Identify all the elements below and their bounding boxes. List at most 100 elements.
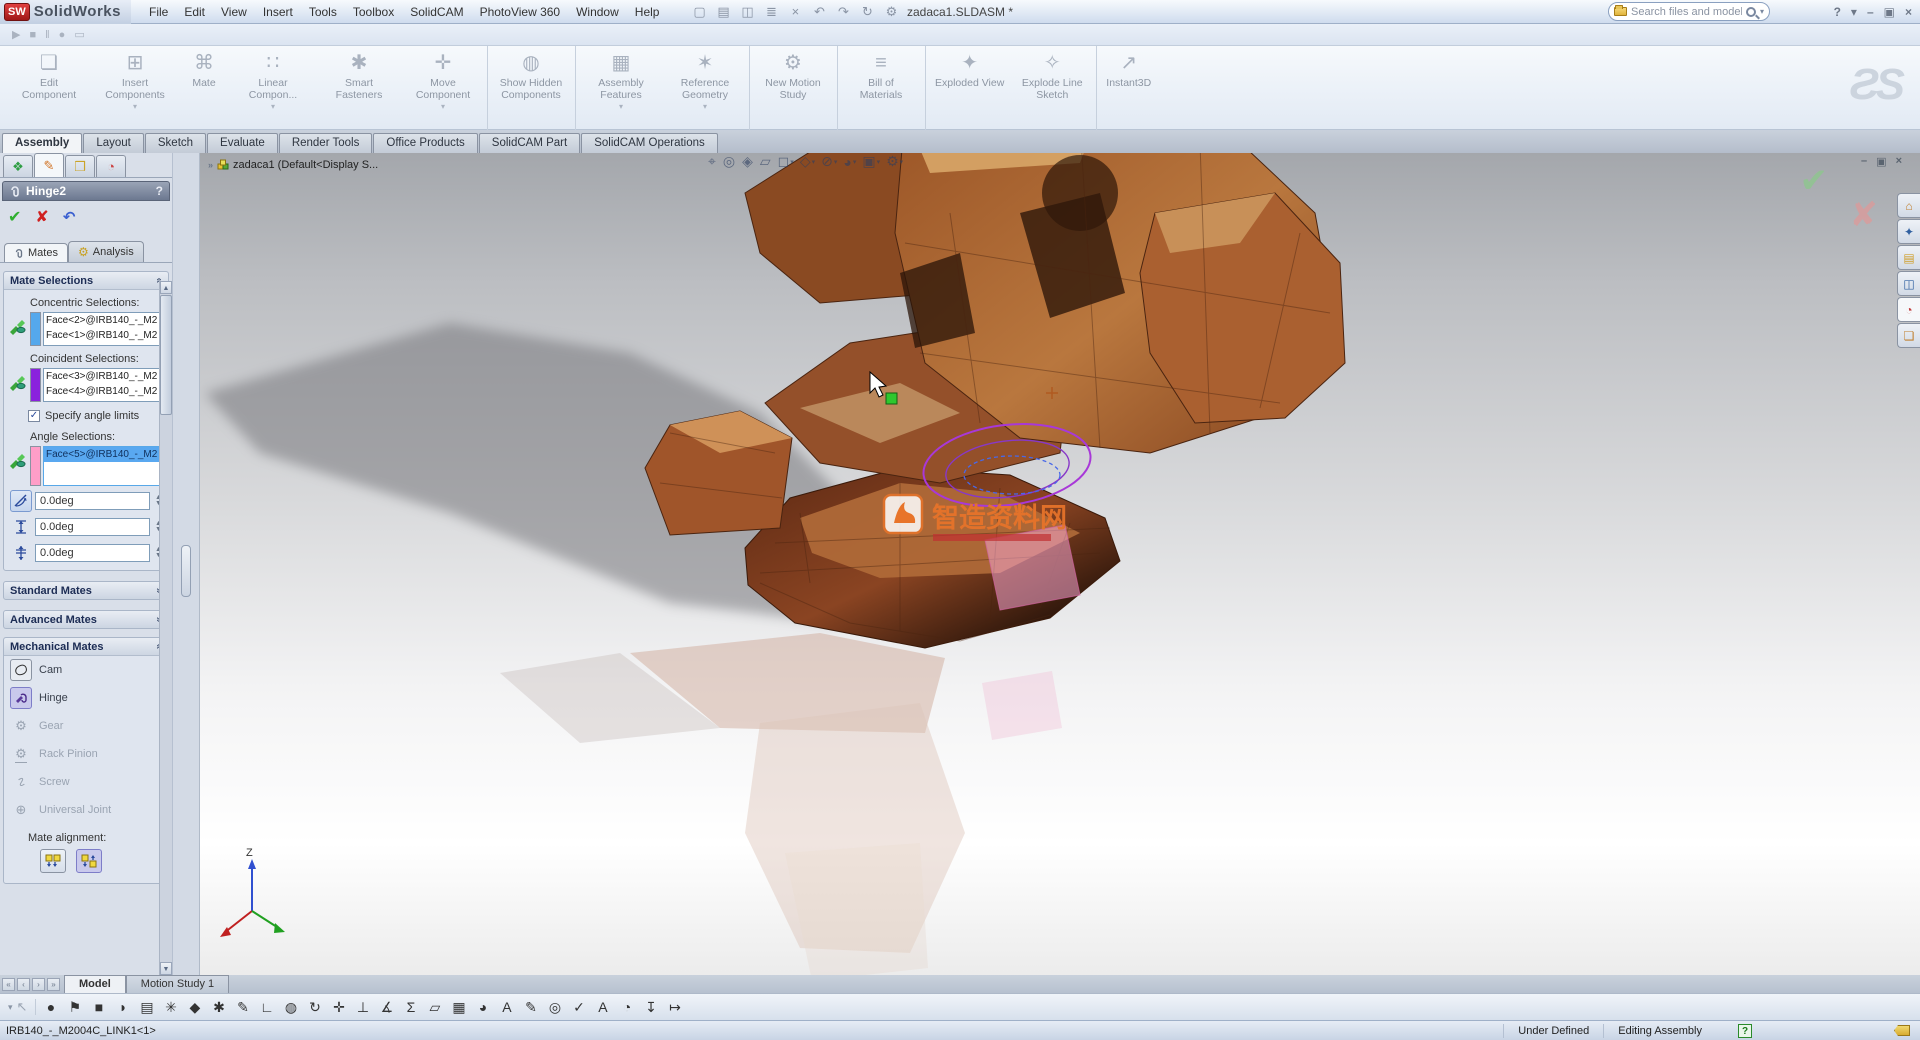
chevron-down-icon[interactable]: ▾ [619,102,623,111]
confirmation-corner-cancel-icon[interactable]: ✘ [1850,195,1879,235]
aligned-button[interactable] [40,849,66,873]
edit-sketch-icon[interactable]: ✎ [234,999,251,1016]
ribbon-button[interactable]: ✶ Reference Geometry ▾ [664,46,750,130]
menu-item[interactable]: SolidCAM [402,1,471,23]
options-icon[interactable]: ⚙ [883,4,899,20]
coincident-selection-list[interactable]: Face<3>@IRB140_-_M2 Face<4>@IRB140_-_M2 [43,368,162,402]
mate-tool-icon[interactable]: ● [42,999,59,1015]
edit-appearance-icon[interactable]: ◕▾ [843,154,856,170]
chevron-down-icon[interactable]: ▾ [441,102,445,111]
menu-item[interactable]: File [141,1,176,23]
propertymanager-icon[interactable]: ✎ [34,153,64,177]
standard-mates-header[interactable]: Standard Mates » [3,581,169,600]
menu-item[interactable]: Insert [255,1,301,23]
tab-analysis[interactable]: ⚙ Analysis [68,241,144,262]
cancel-button[interactable]: ✘ [35,207,48,227]
ribbon-button[interactable]: ✧ Explode Line Sketch [1011,46,1097,130]
apply-scene-icon[interactable]: ▣▾ [862,153,880,170]
lower-limit-field[interactable]: 0.0deg [35,544,150,562]
undo-icon[interactable]: ↶ [811,4,827,20]
specify-angle-limits-checkbox[interactable]: ✓ [28,410,40,422]
first-tab-icon[interactable]: « [2,978,15,991]
scroll-down-icon[interactable]: ▼ [160,962,172,975]
displaymanager-icon[interactable]: ◔ [96,155,126,177]
panel-splitter[interactable] [173,153,200,975]
mate-option-gear[interactable]: ⚙ Gear [4,712,168,740]
menu-item[interactable]: PhotoView 360 [472,1,569,23]
angle-selection-list[interactable]: Face<5>@IRB140_-_M2 [43,446,162,486]
tab-model[interactable]: Model [64,975,126,993]
file-explorer-icon[interactable]: ▤ [1897,245,1920,270]
ribbon-button[interactable]: ⚙ New Motion Study [752,46,838,130]
save-icon[interactable]: ◫ [739,4,755,20]
pan-view-icon[interactable]: ✛ [330,999,347,1016]
list-item[interactable]: Face<4>@IRB140_-_M2 [44,384,161,399]
mate-option-universal-joint[interactable]: ⊕ Universal Joint [4,796,168,824]
doc-minimize-button[interactable]: – [1861,155,1867,168]
last-tab-icon[interactable]: » [47,978,60,991]
prev-tab-icon[interactable]: ‹ [17,978,30,991]
appearances-icon[interactable]: ◔ [1897,297,1920,322]
search-input[interactable]: Search files and models [1631,6,1742,18]
doc-restore-button[interactable]: ▣ [1876,155,1886,168]
concentric-selection-list[interactable]: Face<2>@IRB140_-_M2 Face<1>@IRB140_-_M2 [43,312,162,346]
ribbon-button[interactable]: ∷ Linear Compon... ▾ [230,46,316,130]
isolate-icon[interactable]: ✳ [162,999,179,1016]
panel-scrollbar[interactable]: ▲ ▼ [159,281,172,975]
record-icon[interactable]: ● [59,29,66,41]
search-box[interactable]: Search files and models ▾ [1608,2,1770,21]
balloon-icon[interactable]: ◎ [546,999,563,1016]
doc-close-button[interactable]: × [1896,155,1902,168]
tab-layout[interactable]: Layout [83,133,144,153]
hide-show-items-icon[interactable]: ⊘▾ [821,153,837,170]
ribbon-button[interactable]: ❏ Edit Component [6,46,92,130]
mate-option-hinge[interactable]: Hinge [4,684,168,712]
anti-aligned-button[interactable] [76,849,102,873]
display-style-icon[interactable]: ◇▾ [800,153,815,170]
mate-option-cam[interactable]: Cam [4,656,168,684]
restore-button[interactable]: ▣ [1884,5,1895,19]
chevron-down-icon[interactable]: ▾ [271,102,275,111]
section-tool-icon[interactable]: ▱ [426,999,443,1016]
tab-solidcam-operations[interactable]: SolidCAM Operations [581,133,718,153]
list-item[interactable]: Face<1>@IRB140_-_M2 [44,328,161,343]
close-button[interactable]: × [1905,5,1912,19]
custom-properties-icon[interactable]: ❏ [1897,323,1920,348]
task-pane-home-icon[interactable]: ⌂ [1897,193,1920,218]
ribbon-button[interactable]: ⌘ Mate [178,46,230,130]
view-palette-icon[interactable]: ◫ [1897,271,1920,296]
wedge-tool-icon[interactable]: ◗ [114,999,131,1015]
next-tab-icon[interactable]: › [32,978,45,991]
tab-evaluate[interactable]: Evaluate [207,133,278,153]
rebuild-icon[interactable]: ↻ [859,4,875,20]
toolbar-options-caret-icon[interactable]: ▾ [0,1002,17,1013]
pause-icon[interactable]: ‖ [45,29,50,41]
dimension-tool-icon[interactable]: ∟ [258,999,275,1015]
minimize-button[interactable]: – [1867,5,1874,19]
specify-angle-limits-row[interactable]: ✓ Specify angle limits [4,402,168,424]
undo-button[interactable]: ↶ [63,208,76,226]
mate-selections-header[interactable]: Mate Selections » [4,272,168,290]
chevron-down-icon[interactable]: ▾ [133,102,137,111]
ribbon-button[interactable]: ✱ Smart Fasteners [316,46,402,130]
upper-limit-field[interactable]: 0.0deg [35,518,150,536]
lower-limit-button[interactable] [10,542,32,564]
camera-view-icon[interactable]: ▦ [450,999,467,1016]
mate-option-rack-pinion[interactable]: ⚙ Rack Pinion [4,740,168,768]
annotation-icon[interactable]: A [498,999,515,1015]
quick-tips-icon[interactable]: ? [1738,1024,1752,1038]
rotate-view-icon[interactable]: ↻ [306,999,323,1016]
splitter-grip[interactable] [181,545,191,597]
featuremanager-design-tree-icon[interactable]: ❖ [3,155,33,177]
ribbon-button[interactable]: ⊞ Insert Components ▾ [92,46,178,130]
ribbon-button[interactable]: ✦ Exploded View [928,46,1011,130]
ribbon-button[interactable]: ≡ Bill of Materials [840,46,926,130]
design-library-icon[interactable]: ✦ [1897,219,1920,244]
motion-down-icon[interactable]: ↧ [642,999,659,1016]
list-item-selected[interactable]: Face<5>@IRB140_-_M2 [44,447,161,462]
previous-view-icon[interactable]: ◈ [742,153,754,170]
menu-item[interactable]: Toolbox [345,1,402,23]
tab-assembly[interactable]: Assembly [2,133,82,153]
upper-limit-button[interactable] [10,516,32,538]
tag-icon[interactable] [1894,1025,1910,1036]
